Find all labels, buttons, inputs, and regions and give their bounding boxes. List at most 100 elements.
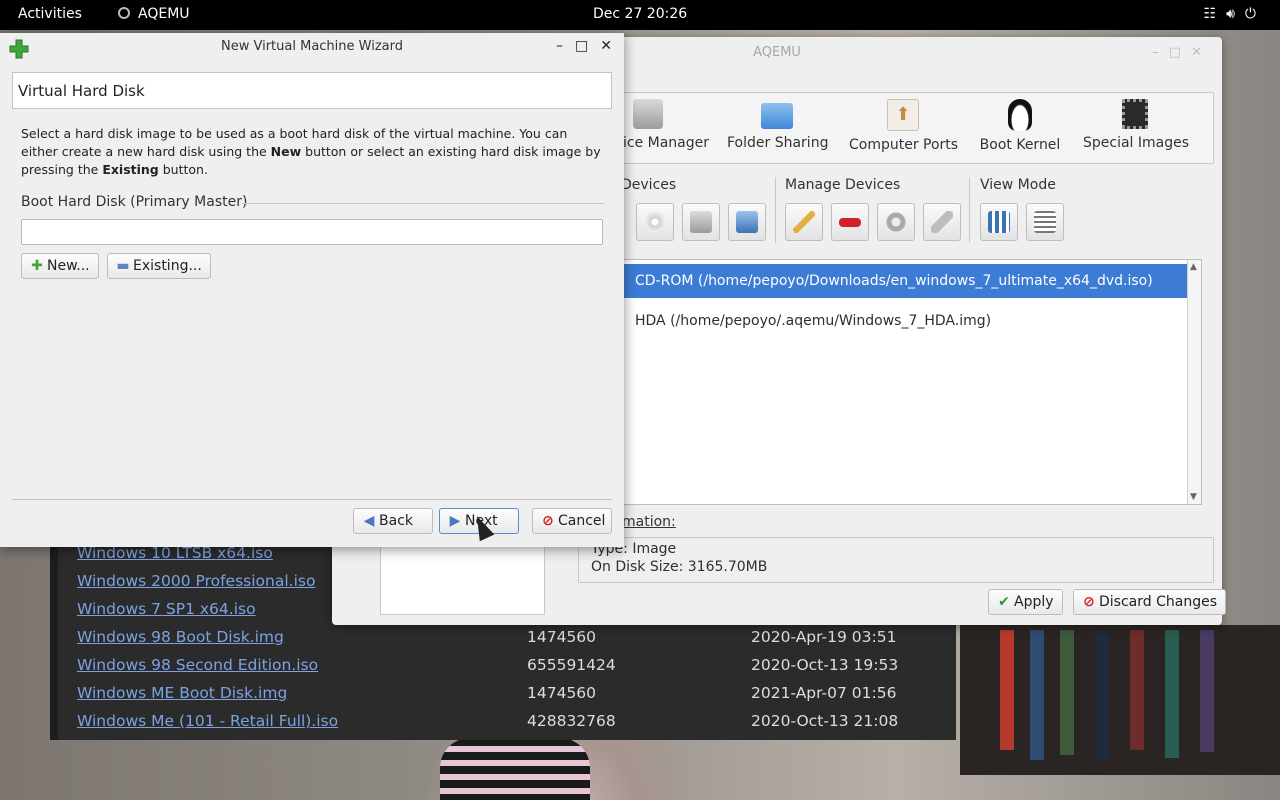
- desktop-background-book: [1165, 630, 1179, 758]
- desktop-background-book: [1130, 630, 1144, 750]
- manage-devices-group-title: Manage Devices: [785, 177, 901, 193]
- wizard-title: New Virtual Machine Wizard: [221, 39, 403, 54]
- file-date: 2021-Apr-07 01:56: [751, 684, 897, 702]
- device-row-cdrom[interactable]: CD-ROM (/home/pepoyo/Downloads/en_window…: [623, 264, 1187, 298]
- info-type: Type: Image: [591, 541, 677, 557]
- existing-disk-button[interactable]: ▬ Existing...: [107, 253, 211, 279]
- pencil-icon: [793, 211, 815, 233]
- wizard-button-divider: [12, 499, 612, 500]
- back-button[interactable]: ◀ Back: [353, 508, 433, 534]
- new-disk-button[interactable]: ✚ New...: [21, 253, 99, 279]
- tab-computer-ports[interactable]: ⬆︎ Computer Ports: [849, 99, 959, 153]
- scroll-up-icon[interactable]: ▲: [1190, 262, 1197, 272]
- tab-label: Computer Ports: [849, 137, 959, 153]
- tab-label: Boot Kernel: [979, 137, 1061, 153]
- tab-device-manager[interactable]: ice Manager: [623, 99, 709, 151]
- network-icon[interactable]: ☷: [1204, 6, 1227, 22]
- scroll-down-icon[interactable]: ▼: [1190, 492, 1197, 502]
- wizard-window-controls: – □ ✕: [544, 38, 612, 54]
- boot-hard-disk-input[interactable]: [21, 219, 603, 245]
- list-view-icon: [1034, 211, 1056, 233]
- clear-device-button[interactable]: [923, 203, 961, 241]
- file-link[interactable]: Windows 2000 Professional.iso: [77, 572, 315, 590]
- group-divider: [969, 177, 970, 243]
- cancel-button[interactable]: ⊘ Cancel: [532, 508, 612, 534]
- plus-icon: ✚: [31, 258, 43, 274]
- maximize-icon[interactable]: □: [1169, 45, 1191, 60]
- tab-boot-kernel[interactable]: Boot Kernel: [979, 99, 1061, 153]
- minimize-icon[interactable]: –: [1152, 45, 1169, 60]
- device-list[interactable]: CD-ROM (/home/pepoyo/Downloads/en_window…: [622, 259, 1202, 505]
- icon-view-button[interactable]: [980, 203, 1018, 241]
- cancel-icon: ⊘: [1083, 594, 1095, 610]
- desktop-background-book: [1000, 630, 1014, 750]
- remove-device-button[interactable]: [831, 203, 869, 241]
- boot-hard-disk-group-title: Boot Hard Disk (Primary Master): [21, 194, 248, 210]
- group-divider: [775, 177, 776, 243]
- view-mode-group-title: View Mode: [980, 177, 1056, 193]
- tux-icon: [1008, 99, 1032, 131]
- add-harddisk-button[interactable]: [682, 203, 720, 241]
- tab-special-images[interactable]: Special Images: [1083, 99, 1190, 151]
- tab-label: Folder Sharing: [727, 135, 829, 151]
- device-list-scrollbar[interactable]: ▲ ▼: [1187, 260, 1201, 504]
- tab-label: Special Images: [1083, 135, 1190, 151]
- file-size: 428832768: [527, 712, 616, 730]
- eraser-icon: [931, 211, 953, 233]
- new-vm-wizard-dialog: New Virtual Machine Wizard – □ ✕ Virtual H…: [0, 33, 624, 547]
- group-divider: [242, 203, 604, 204]
- discard-changes-button[interactable]: ⊘ Discard Changes: [1073, 589, 1226, 615]
- tab-label: ice Manager: [623, 135, 710, 151]
- file-link[interactable]: Windows ME Boot Disk.img: [77, 684, 287, 702]
- device-row-hda[interactable]: HDA (/home/pepoyo/.aqemu/Windows_7_HDA.i…: [623, 304, 1187, 338]
- file-link[interactable]: Windows Me (101 - Retail Full).iso: [77, 712, 338, 730]
- remove-icon: [839, 218, 861, 227]
- maximize-icon[interactable]: □: [575, 38, 588, 54]
- system-tray[interactable]: ☷🔊︎⏻: [1204, 6, 1266, 22]
- desc-text: button.: [158, 162, 208, 177]
- cancel-icon: ⊘: [542, 513, 554, 529]
- app-name: AQEMU: [138, 6, 190, 22]
- file-date: 2020-Oct-13 21:08: [751, 712, 899, 730]
- cdrom-icon: [644, 211, 666, 233]
- aqemu-app-icon: [118, 7, 130, 19]
- activities-button[interactable]: Activities: [18, 6, 82, 22]
- desktop-background-book: [1095, 630, 1109, 760]
- close-icon[interactable]: ✕: [600, 38, 612, 54]
- new-label: New...: [47, 258, 90, 274]
- arrow-left-icon: ◀: [363, 513, 375, 529]
- page-description: Select a hard disk image to be used as a…: [21, 125, 605, 179]
- minimize-icon[interactable]: –: [556, 38, 563, 54]
- desktop-background-book: [1200, 630, 1214, 752]
- edit-device-button[interactable]: [785, 203, 823, 241]
- list-view-button[interactable]: [1026, 203, 1064, 241]
- file-link[interactable]: Windows 7 SP1 x64.iso: [77, 600, 256, 618]
- existing-label: Existing...: [133, 258, 202, 274]
- apply-button[interactable]: ✔ Apply: [988, 589, 1063, 615]
- add-cdrom-button[interactable]: [636, 203, 674, 241]
- clock[interactable]: Dec 27 20:26: [593, 6, 687, 22]
- file-size: 1474560: [527, 684, 597, 702]
- folder-icon: [761, 103, 793, 129]
- floppy-icon: [736, 211, 758, 233]
- apply-label: Apply: [1014, 594, 1054, 610]
- volume-icon[interactable]: 🔊︎: [1226, 6, 1245, 22]
- back-label: Back: [379, 513, 413, 529]
- gear-icon: [885, 211, 907, 233]
- chip-icon: [1122, 99, 1148, 129]
- device-properties-button[interactable]: [877, 203, 915, 241]
- app-menu[interactable]: AQEMU: [118, 6, 190, 22]
- add-floppy-button[interactable]: [728, 203, 766, 241]
- desc-existing-bold: Existing: [102, 162, 159, 177]
- file-link[interactable]: Windows 98 Second Edition.iso: [77, 656, 318, 674]
- discard-label: Discard Changes: [1099, 594, 1217, 610]
- file-date: 2020-Apr-19 03:51: [751, 628, 897, 646]
- window-controls: –□✕: [1152, 45, 1212, 60]
- harddisk-icon: [690, 211, 712, 233]
- info-size: On Disk Size: 3165.70MB: [591, 559, 768, 575]
- page-title: Virtual Hard Disk: [12, 72, 612, 109]
- power-icon[interactable]: ⏻: [1245, 6, 1266, 22]
- close-icon[interactable]: ✕: [1191, 45, 1212, 60]
- tab-folder-sharing[interactable]: Folder Sharing: [727, 99, 829, 151]
- file-link[interactable]: Windows 98 Boot Disk.img: [77, 628, 284, 646]
